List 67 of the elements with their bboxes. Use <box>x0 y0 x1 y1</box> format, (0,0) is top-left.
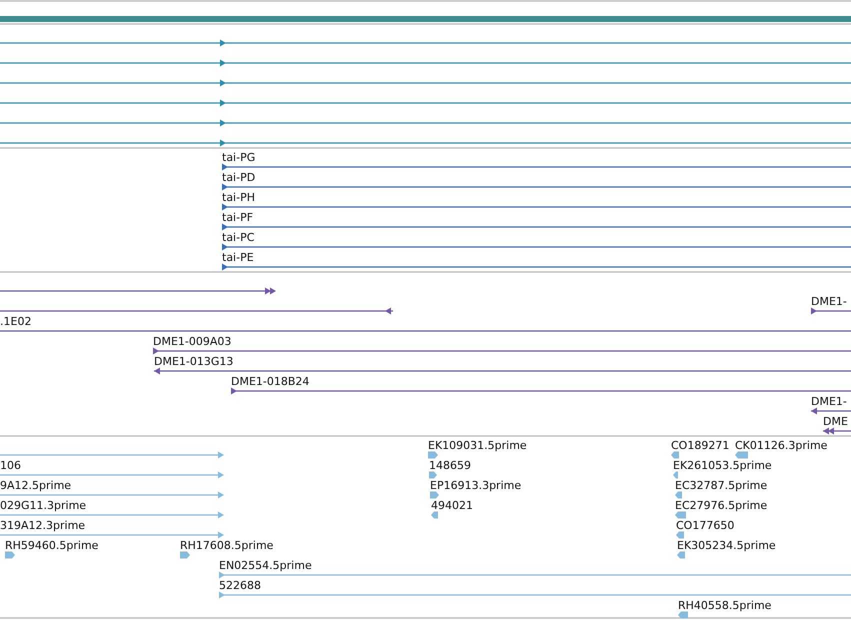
feature-label: DME <box>823 415 848 428</box>
feature-label: EK109031.5prime <box>428 439 527 452</box>
feature-label: EC32787.5prime <box>675 479 768 492</box>
feature-glyph[interactable] <box>222 244 851 250</box>
feature-block[interactable] <box>671 452 679 458</box>
feature-label: .1E02 <box>0 315 32 328</box>
feature-label: 148659 <box>429 459 471 472</box>
feature-glyph[interactable] <box>222 164 851 170</box>
feature-glyph[interactable] <box>0 80 851 86</box>
feature-label: EC27976.5prime <box>675 499 768 512</box>
feature-label: 494021 <box>431 499 473 512</box>
feature-label: CO177650 <box>676 519 734 532</box>
feature-block[interactable] <box>429 472 437 478</box>
feature-block[interactable] <box>5 552 15 558</box>
feature-glyph[interactable] <box>231 388 851 394</box>
feature-glyph[interactable] <box>222 184 851 190</box>
feature-block[interactable] <box>430 492 439 498</box>
feature-label: DME1-018B24 <box>231 375 310 388</box>
feature-label: tai-PD <box>222 171 256 184</box>
feature-glyph[interactable] <box>222 204 851 210</box>
feature-label: 522688 <box>219 579 261 592</box>
feature-label: tai-PE <box>222 251 254 264</box>
feature-block[interactable] <box>677 552 685 558</box>
feature-glyph[interactable] <box>811 308 851 314</box>
feature-label: tai-PC <box>222 231 254 244</box>
feature-glyph[interactable] <box>154 368 851 374</box>
feature-glyph[interactable] <box>811 408 851 414</box>
feature-label: DME1- <box>811 395 847 408</box>
feature-glyph[interactable] <box>153 348 851 354</box>
feature-block[interactable] <box>180 552 190 558</box>
feature-label: EK261053.5prime <box>673 459 772 472</box>
feature-glyph[interactable] <box>222 224 851 230</box>
feature-block[interactable] <box>675 512 686 518</box>
feature-label: 106 <box>0 459 21 472</box>
feature-label: RH17608.5prime <box>180 539 274 552</box>
feature-block[interactable] <box>735 452 748 458</box>
feature-label: RH40558.5prime <box>678 599 772 612</box>
feature-label: CO189271 <box>671 439 730 452</box>
feature-label: EP16913.3prime <box>430 479 522 492</box>
feature-block[interactable] <box>676 532 684 538</box>
feature-block[interactable] <box>675 492 682 498</box>
feature-block[interactable] <box>428 452 438 458</box>
feature-glyph[interactable] <box>0 120 851 126</box>
feature-label: RH59460.5prime <box>5 539 98 552</box>
feature-glyph[interactable] <box>0 140 851 146</box>
feature-glyph[interactable] <box>0 288 276 294</box>
feature-label: DME1-009A03 <box>153 335 232 348</box>
feature-label: tai-PG <box>222 151 256 164</box>
feature-label: 319A12.3prime <box>0 519 86 532</box>
feature-glyph[interactable] <box>0 60 851 66</box>
feature-label: DME1-013G13 <box>154 355 234 368</box>
feature-label: tai-PF <box>222 211 254 224</box>
feature-glyph[interactable] <box>0 40 851 46</box>
feature-glyph[interactable] <box>823 428 851 434</box>
feature-label: tai-PH <box>222 191 255 204</box>
feature-block[interactable] <box>673 472 678 478</box>
feature-glyph[interactable] <box>0 100 851 106</box>
feature-label: 029G11.3prime <box>0 499 86 512</box>
feature-glyph[interactable] <box>0 308 393 314</box>
feature-label: EK305234.5prime <box>677 539 776 552</box>
feature-label: EN02554.5prime <box>219 559 312 572</box>
feature-label: DME1- <box>811 295 847 308</box>
feature-label: CK01126.3prime <box>735 439 828 452</box>
feature-block[interactable] <box>431 512 438 518</box>
feature-glyph[interactable] <box>222 264 851 270</box>
feature-label: 9A12.5prime <box>0 479 72 492</box>
feature-block[interactable] <box>678 612 688 618</box>
